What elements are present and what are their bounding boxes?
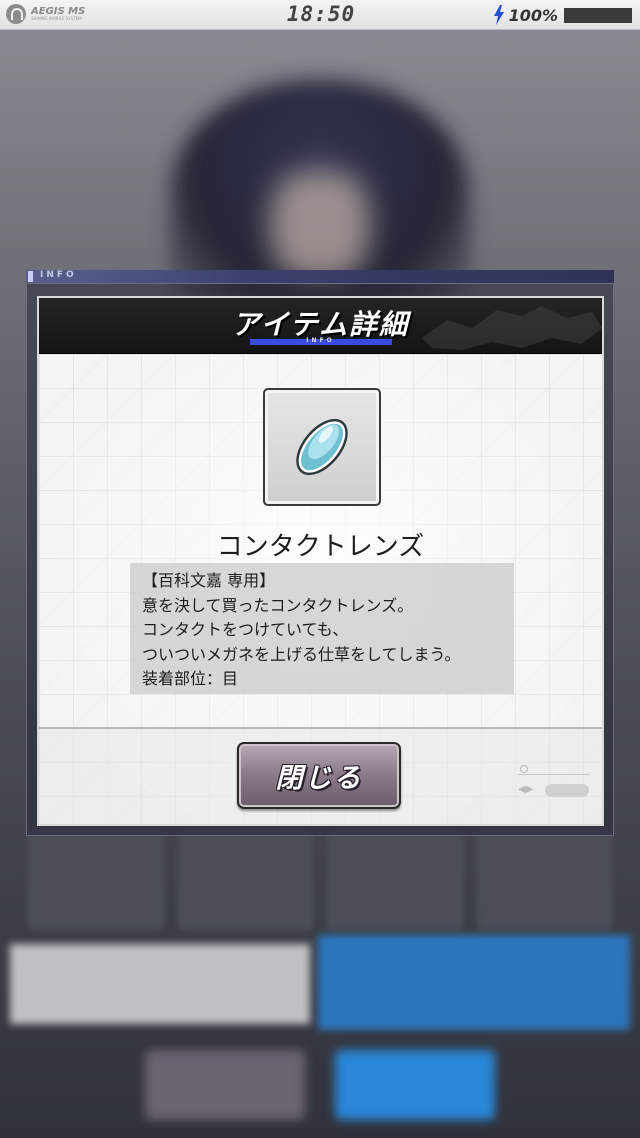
clock: 18:50 [286,2,356,26]
background-item-tiles [28,830,612,930]
info-marker [28,271,33,282]
description-line: コンタクトをつけていても、 [142,620,349,639]
item-icon-box [263,388,381,506]
item-name: コンタクトレンズ [216,532,425,562]
app-subname: SHINING MOBILE SYSTEM [31,16,82,21]
item-description: 【百科文嘉 専用】 意を決して買ったコンタクトレンズ。 コンタクトをつけていても… [130,563,514,694]
description-line: ついついメガネを上げる仕草をしてしまう。 [142,644,461,664]
description-line: 装着部位：目 [142,669,239,688]
close-button-label: 閉じる [275,763,363,794]
battery-percent: 100% [508,5,558,25]
background-tile [327,830,463,930]
background-tile [476,830,612,930]
battery-status: 100% [493,5,632,25]
background-tile [177,830,313,930]
item-detail-dialog: アイテム詳細 INFO コンタクトレンズ 【百科文嘉 専用】 意を決して買ったコ… [37,296,604,826]
description-line: 意を決して買ったコンタクトレンズ。 [142,595,414,615]
battery-bar [564,7,632,23]
background-button-left [145,1050,305,1120]
screen: AEGIS MS SHINING MOBILE SYSTEM 18:50 100… [0,0,640,1138]
dialog-title-sub: INFO [306,337,335,344]
contact-lens-icon [296,418,348,476]
dialog-body: コンタクトレンズ 【百科文嘉 専用】 意を決して買ったコンタクトレンズ。 コンタ… [39,354,602,824]
page-arrows-icon: ◀▶ [518,784,534,795]
page-indicator [545,784,589,797]
aegis-logo-icon [6,4,26,24]
description-line: 【百科文嘉 専用】 [142,571,276,590]
status-bar: AEGIS MS SHINING MOBILE SYSTEM 18:50 100… [0,0,640,30]
background-character-face [270,170,370,280]
background-button-right [335,1050,495,1120]
background-panel-right [318,935,630,1030]
background-panel-left [10,944,310,1024]
mini-page-widget: ◀▶ [518,764,590,800]
background-tile [28,830,164,930]
info-strip: INFO [26,270,614,283]
close-button[interactable]: 閉じる [237,742,401,809]
app-logo: AEGIS MS SHINING MOBILE SYSTEM [6,4,85,24]
info-strip-label: INFO [40,270,77,280]
dialog-header: アイテム詳細 INFO [39,298,602,354]
search-icon [520,765,528,773]
charging-bolt-icon [493,5,504,25]
